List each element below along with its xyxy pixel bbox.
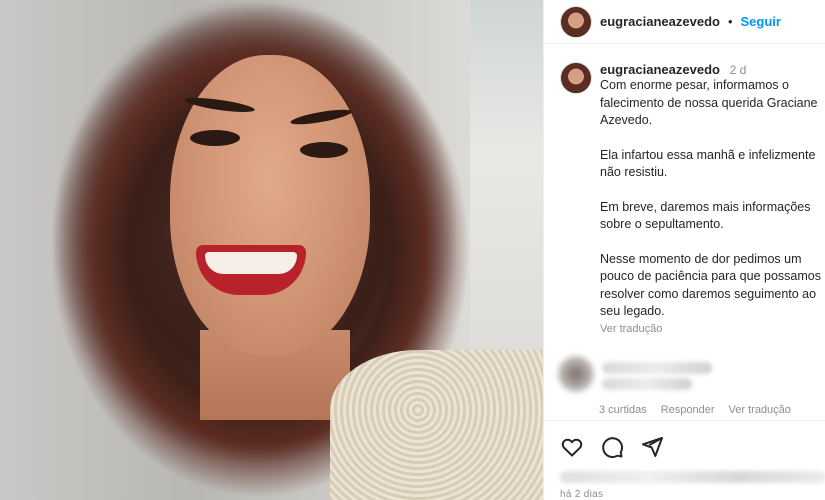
caption-line: Ela infartou essa manhã e infelizmente: [600, 147, 816, 162]
post-header: eugracianeazevedo • Seguir: [544, 0, 825, 44]
caption-line: sobre o sepultamento.: [600, 217, 724, 231]
post-caption: eugracianeazevedo 2 d Com enorme pesar, …: [560, 62, 825, 335]
photo-eye-right: [300, 142, 348, 158]
comment-item: [554, 352, 825, 402]
caption-line: Em breve, daremos mais informações: [600, 199, 811, 214]
caption-avatar[interactable]: [560, 62, 592, 94]
caption-paragraph: Com enorme pesar, informamos o falecimen…: [600, 77, 825, 130]
caption-paragraph: Em breve, daremos mais informações sobre…: [600, 199, 825, 234]
caption-username[interactable]: eugracianeazevedo: [600, 62, 720, 77]
comment-icon[interactable]: [600, 435, 624, 464]
caption-line: não resistiu.: [600, 165, 668, 179]
caption-time[interactable]: 2 d: [730, 63, 747, 77]
caption-line: falecimento de nossa querida Graciane: [600, 95, 818, 110]
avatar[interactable]: [560, 5, 592, 38]
blurred-comment-text: [602, 362, 712, 374]
share-icon[interactable]: [640, 435, 664, 464]
caption-paragraph: Nesse momento de dor pedimos um pouco de…: [600, 251, 825, 321]
caption-line: Nesse momento de dor pedimos um: [600, 251, 802, 266]
blurred-commenter-avatar: [558, 356, 594, 392]
caption-line: resolver como daremos seguimento ao: [600, 286, 817, 301]
heart-icon[interactable]: [560, 435, 584, 464]
photo-eye-left: [190, 130, 240, 146]
comment-actions: 3 curtidas Responder Ver tradução: [599, 404, 791, 416]
post-actions: há 2 dias: [544, 420, 825, 500]
photo-lace-blouse: [330, 350, 543, 500]
caption-paragraph: Ela infartou essa manhã e infelizmente n…: [600, 147, 825, 182]
caption-translate-link[interactable]: Ver tradução: [600, 323, 825, 335]
post-photo[interactable]: [0, 0, 543, 500]
blurred-comment-text: [602, 378, 692, 390]
comment-reply-button[interactable]: Responder: [661, 404, 715, 416]
comment-translate-link[interactable]: Ver tradução: [729, 404, 791, 416]
caption-line: Azevedo.: [600, 113, 653, 127]
comment-likes[interactable]: 3 curtidas: [599, 404, 647, 416]
blurred-likes-summary: [560, 471, 825, 483]
caption-line: seu legado.: [600, 304, 665, 318]
photo-teeth: [205, 252, 297, 274]
post-timestamp: há 2 dias: [560, 489, 604, 500]
caption-line: Com enorme pesar, informamos o: [600, 78, 789, 92]
follow-button[interactable]: Seguir: [741, 14, 781, 29]
caption-line: pouco de paciência para que possamos: [600, 269, 821, 283]
header-separator: •: [727, 14, 733, 29]
post-sidebar: eugracianeazevedo • Seguir eugracianeaze…: [543, 0, 825, 500]
header-username[interactable]: eugracianeazevedo: [600, 14, 720, 29]
